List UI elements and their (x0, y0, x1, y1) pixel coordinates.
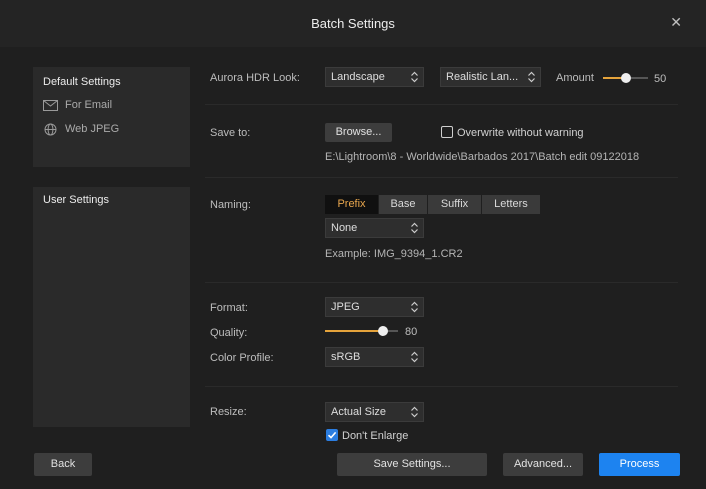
section-divider (205, 177, 678, 178)
preset-item-label: For Email (65, 99, 113, 111)
updown-chevron-icon (411, 406, 418, 418)
look-label: Aurora HDR Look: (210, 72, 300, 84)
amount-slider[interactable] (603, 72, 648, 84)
quality-slider[interactable] (325, 325, 398, 337)
color-profile-label: Color Profile: (210, 352, 274, 364)
preset-item-web-jpeg[interactable]: Web JPEG (43, 121, 119, 137)
overwrite-checkbox[interactable] (441, 126, 453, 138)
amount-label: Amount (556, 72, 594, 84)
save-path: E:\Lightroom\8 - Worldwide\Barbados 2017… (325, 151, 640, 163)
updown-chevron-icon (528, 71, 535, 83)
naming-select[interactable]: None (325, 218, 424, 238)
tab-prefix[interactable]: Prefix (325, 195, 378, 214)
look-preset-value: Realistic Lan... (446, 71, 519, 83)
default-settings-panel: Default Settings For Email Web JPEG (33, 67, 190, 167)
updown-chevron-icon (411, 222, 418, 234)
color-profile-value: sRGB (331, 351, 361, 363)
section-divider (205, 104, 678, 105)
format-label: Format: (210, 302, 248, 314)
browse-button[interactable]: Browse... (325, 123, 392, 142)
dont-enlarge-checkbox[interactable] (326, 429, 338, 441)
updown-chevron-icon (411, 71, 418, 83)
resize-label: Resize: (210, 406, 247, 418)
naming-value: None (331, 222, 358, 234)
resize-select[interactable]: Actual Size (325, 402, 424, 422)
resize-value: Actual Size (331, 406, 387, 418)
tab-suffix[interactable]: Suffix (428, 195, 481, 214)
close-icon[interactable]: ✕ (670, 14, 682, 31)
dont-enlarge-label: Don't Enlarge (342, 430, 409, 442)
look-category-value: Landscape (331, 71, 385, 83)
title-bar: Batch Settings ✕ (0, 0, 706, 47)
overwrite-label: Overwrite without warning (457, 127, 584, 139)
slider-thumb[interactable] (620, 73, 631, 83)
tab-letters[interactable]: Letters (482, 195, 540, 214)
envelope-icon (43, 99, 58, 111)
tab-base[interactable]: Base (379, 195, 427, 214)
amount-value: 50 (654, 73, 667, 85)
user-settings-heading: User Settings (43, 194, 110, 206)
globe-icon (44, 123, 57, 135)
default-settings-heading: Default Settings (43, 76, 121, 88)
naming-label: Naming: (210, 199, 251, 211)
updown-chevron-icon (411, 301, 418, 313)
naming-example: Example: IMG_9394_1.CR2 (325, 248, 463, 260)
updown-chevron-icon (411, 351, 418, 363)
process-button[interactable]: Process (599, 453, 680, 476)
quality-value: 80 (405, 326, 418, 338)
slider-thumb[interactable] (378, 326, 389, 336)
advanced-button[interactable]: Advanced... (503, 453, 583, 476)
save-settings-button[interactable]: Save Settings... (337, 453, 487, 476)
section-divider (205, 282, 678, 283)
look-category-select[interactable]: Landscape (325, 67, 424, 87)
color-profile-select[interactable]: sRGB (325, 347, 424, 367)
format-select[interactable]: JPEG (325, 297, 424, 317)
preset-item-for-email[interactable]: For Email (43, 97, 112, 113)
format-value: JPEG (331, 301, 360, 313)
section-divider (205, 386, 678, 387)
dialog-title: Batch Settings (311, 16, 395, 31)
save-to-label: Save to: (210, 127, 251, 139)
preset-item-label: Web JPEG (65, 123, 120, 135)
slider-fill (325, 330, 384, 332)
user-settings-panel: User Settings (33, 187, 190, 427)
checkmark-icon (327, 431, 337, 439)
look-preset-select[interactable]: Realistic Lan... (440, 67, 541, 87)
back-button[interactable]: Back (34, 453, 92, 476)
quality-label: Quality: (210, 327, 248, 339)
